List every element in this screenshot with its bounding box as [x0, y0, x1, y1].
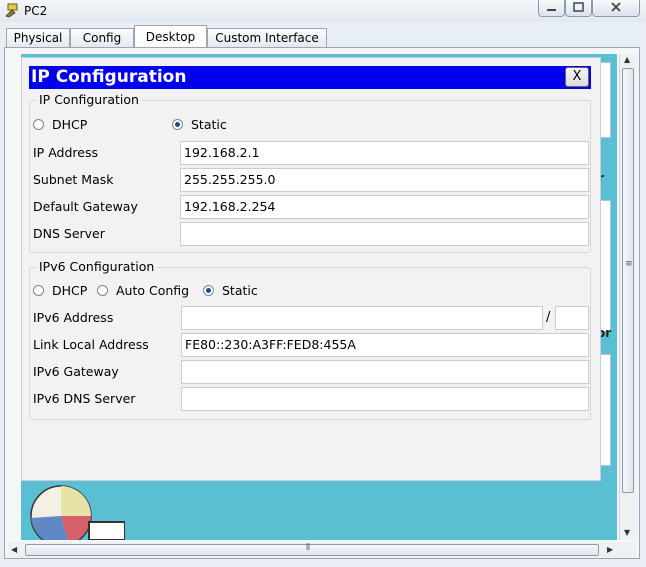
tab-physical[interactable]: Physical: [6, 28, 70, 47]
ipv6-address-field[interactable]: [181, 306, 543, 330]
ipv6-dhcp-radio[interactable]: [33, 285, 44, 296]
scroll-left-icon[interactable]: ◀: [11, 545, 17, 554]
scroll-right-icon[interactable]: ▶: [607, 545, 613, 554]
ipv6-prefix-length-field[interactable]: [555, 306, 589, 330]
tab-desktop[interactable]: Desktop: [134, 25, 207, 48]
ipv4-dhcp-radio[interactable]: [33, 119, 44, 130]
close-window-button[interactable]: [592, 0, 640, 17]
vertical-scrollbar[interactable]: ▲ ≡ ▼: [619, 54, 637, 540]
window-title: PC2: [24, 4, 48, 18]
dns-server-field[interactable]: [180, 222, 589, 246]
dns-server-label: DNS Server: [33, 226, 105, 241]
grip-icon: ≡: [625, 259, 633, 269]
default-gateway-field[interactable]: 192.168.2.254: [180, 195, 589, 219]
ipv4-static-radio[interactable]: [172, 119, 183, 130]
dialog-title: IP Configuration: [31, 67, 187, 87]
app-shortcut-icon[interactable]: [25, 478, 125, 540]
ip-address-field[interactable]: 192.168.2.1: [180, 141, 589, 165]
ipv6-static-radio[interactable]: [203, 285, 214, 296]
ipv6-dhcp-label[interactable]: DHCP: [52, 283, 87, 298]
vertical-scroll-thumb[interactable]: ≡: [622, 68, 634, 493]
subnet-mask-label: Subnet Mask: [33, 172, 114, 187]
horizontal-scroll-thumb[interactable]: ⦀: [25, 543, 599, 556]
ipv4-dhcp-label[interactable]: DHCP: [52, 117, 87, 132]
ipv6-auto-config-label[interactable]: Auto Config: [116, 283, 189, 298]
ipv4-group-legend: IP Configuration: [36, 92, 142, 107]
default-gateway-label: Default Gateway: [33, 199, 138, 214]
link-local-address-label: Link Local Address: [33, 337, 149, 352]
ipv6-address-label: IPv6 Address: [33, 310, 114, 325]
close-icon: [611, 2, 621, 12]
tab-custom-interface[interactable]: Custom Interface: [207, 28, 327, 47]
ipv6-dns-server-field[interactable]: [181, 387, 589, 411]
ipv6-gateway-field[interactable]: [181, 360, 589, 384]
ipv6-static-label[interactable]: Static: [222, 283, 258, 298]
ipv6-group-legend: IPv6 Configuration: [36, 259, 158, 274]
dialog-close-button[interactable]: X: [565, 67, 589, 87]
link-local-address-field[interactable]: FE80::230:A3FF:FED8:455A: [181, 333, 589, 357]
minimize-icon: [547, 9, 556, 11]
ipv6-dns-server-label: IPv6 DNS Server: [33, 391, 136, 406]
tab-config[interactable]: Config: [70, 28, 134, 47]
grip-icon: ⦀: [306, 543, 310, 553]
ipv6-auto-config-radio[interactable]: [97, 285, 108, 296]
subnet-mask-field[interactable]: 255.255.255.0: [180, 168, 589, 192]
scroll-down-icon[interactable]: ▼: [624, 528, 630, 537]
ip-address-label: IP Address: [33, 145, 98, 160]
scroll-up-icon[interactable]: ▲: [624, 55, 630, 64]
minimize-button[interactable]: [538, 0, 565, 17]
restore-icon: [573, 2, 584, 12]
ipv4-static-label[interactable]: Static: [191, 117, 227, 132]
maximize-button[interactable]: [565, 0, 592, 17]
prefix-separator: /: [546, 310, 551, 325]
pc-app-icon: [5, 3, 18, 18]
scrollbar-corner: [619, 542, 636, 558]
window-titlebar: PC2: [0, 0, 646, 22]
horizontal-scrollbar[interactable]: ◀ ⦀ ▶: [8, 542, 619, 558]
ipv6-gateway-label: IPv6 Gateway: [33, 364, 119, 379]
